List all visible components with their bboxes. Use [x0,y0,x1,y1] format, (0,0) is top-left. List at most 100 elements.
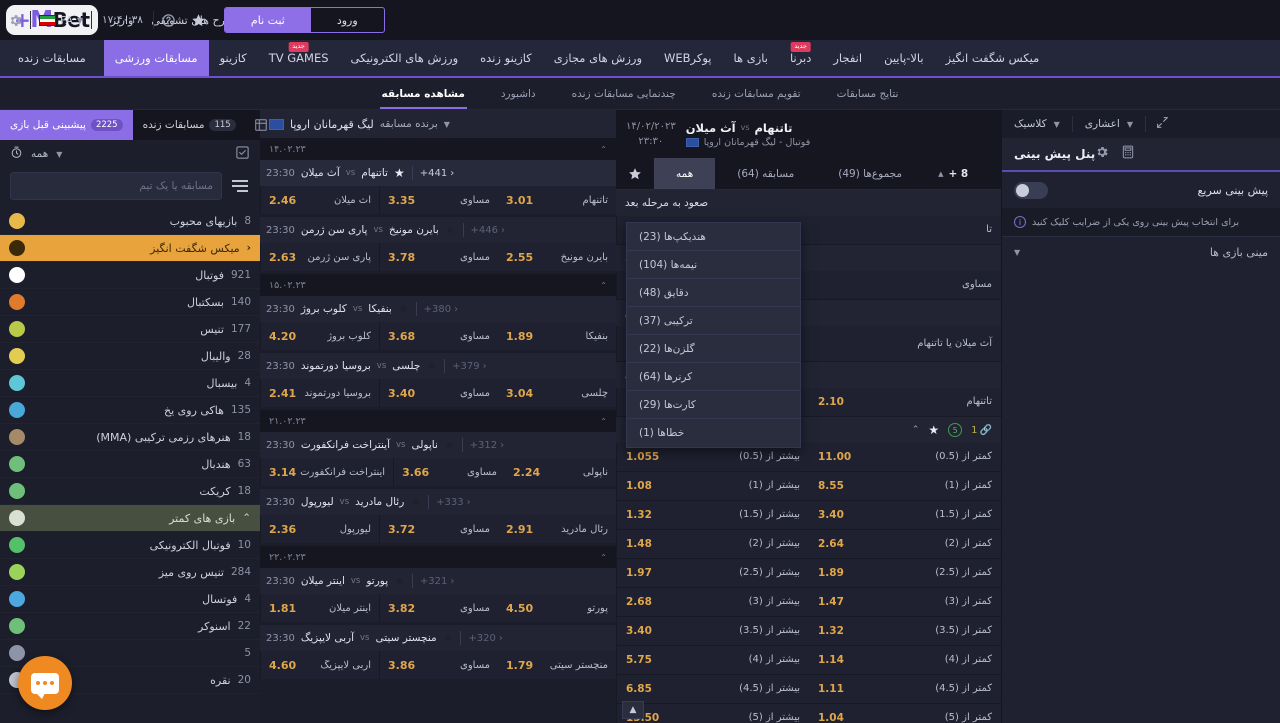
match-header[interactable]: 23:30بروسیا دورتموندvsچلسی★‹379+ [260,353,616,379]
market-title[interactable]: صعود به مرحله بعد [616,190,1001,216]
odds-cell[interactable]: 3.72مساوی [379,515,498,543]
totals-under-cell[interactable]: 1.04کمتر از (5) [809,704,1001,723]
dropdown-item[interactable]: ترکیبی (37) [627,307,800,335]
odds-cell[interactable]: 3.35مساوی [379,186,498,214]
odds-cell[interactable]: 4.50پورتو [498,594,616,622]
odds-cell[interactable]: 4.60آربی لایپزیگ [260,651,379,679]
totals-under-cell[interactable]: 11.00کمتر از (0.5) [809,443,1001,472]
menu-icon[interactable] [230,178,250,194]
grid-icon[interactable] [246,110,276,140]
market-odds-cell[interactable]: 2.10تاتنهام [809,388,1001,417]
more-markets-button[interactable]: ‹380+ [424,304,458,315]
sidebar-sport-item[interactable]: هنرهای رزمی ترکیبی (MMA)18 [0,424,260,451]
stat-badge[interactable]: 5 [948,423,962,437]
sidebar-sport-item[interactable]: فوتسال4 [0,586,260,613]
favorite-star-icon[interactable]: ★ [444,438,455,452]
nav-item-live-matches[interactable]: مسابقات زنده [0,40,104,76]
totals-over-cell[interactable]: 6.85بیشتر از (4.5) [616,675,809,704]
sidebar-sport-item[interactable]: بازیهای محبوب8 [0,208,260,235]
odds-cell[interactable]: 3.01تاتنهام [498,186,616,214]
tab-prematch[interactable]: پیشبینی قبل بازی 2225 [0,110,133,140]
totals-under-cell[interactable]: 3.40کمتر از (1.5) [809,501,1001,530]
favorite-star-icon[interactable]: ★ [394,574,405,588]
more-markets-button[interactable]: ‹333+ [436,497,470,508]
more-markets-button[interactable]: ‹441+ [420,168,454,179]
dropdown-item[interactable]: دقایق (48) [627,279,800,307]
tab-results[interactable]: نتایج مسابقات [821,78,915,109]
sidebar-sport-item[interactable]: هاکی روی یخ135 [0,397,260,424]
nav-item-casino[interactable]: کازینو [209,40,258,76]
match-header[interactable]: 23:30آربی لایپزیگvsمنچستر سیتی★‹320+ [260,625,616,651]
sidebar-sport-item[interactable]: بسکتبال140 [0,289,260,316]
match-header[interactable]: 23:30آینتراخت فرانکفورتvsناپولی★‹312+ [260,432,616,458]
odds-cell[interactable]: 2.41بروسیا دورتموند [260,379,379,407]
mode-decimal[interactable]: اعشاری ▼ [1073,110,1145,138]
dropdown-item[interactable]: هندیکپ‌ها (23) [627,223,800,251]
star-icon[interactable] [184,0,214,40]
odds-cell[interactable]: 2.24ناپولی [505,458,616,486]
totals-over-cell[interactable]: 5.75بیشتر از (4) [616,646,809,675]
market-odds-cell[interactable]: تا [809,216,1001,245]
favorite-star-icon[interactable]: ★ [394,166,405,180]
odds-cell[interactable]: 2.36لیورپول [260,515,379,543]
nav-item-amazing-mix[interactable]: میکس شگفت انگیز [935,40,1051,76]
favorite-star-icon[interactable] [616,158,654,189]
tab-dashboard[interactable]: داشبورد [485,78,552,109]
dropdown-item[interactable]: کارت‌ها (29) [627,391,800,419]
market-odds-cell[interactable]: آث میلان یا تاتنهام [809,326,1001,362]
detail-tab-match[interactable]: مسابقه (64) [715,158,816,189]
odds-cell[interactable]: 3.40مساوی [379,379,498,407]
question-mark-icon[interactable] [154,0,184,40]
match-header[interactable]: 23:30آث میلانvsتاتنهام★‹441+ [260,160,616,186]
sidebar-sport-item[interactable]: تنیس روی میز284 [0,559,260,586]
detail-tab-more[interactable]: 8 + ▲ [924,158,982,189]
sidebar-sport-item[interactable]: بیسبال4 [0,370,260,397]
sidebar-sport-item[interactable]: اسنوکر22 [0,613,260,640]
nav-item-virtual-sports[interactable]: ورزش های مجازی [543,40,653,76]
match-header[interactable]: 23:30لیورپولvsرئال مادرید★‹333+ [260,489,616,515]
detail-tab-totals[interactable]: مجموع‌ها (49) [816,158,924,189]
odds-cell[interactable]: 3.86مساوی [379,651,498,679]
odds-cell[interactable]: 2.63پاری سن ژرمن [260,243,379,271]
nav-item-live-casino[interactable]: کازینو زنده [469,40,543,76]
odds-cell[interactable]: 4.20کلوب بروژ [260,322,379,350]
nav-item-sports[interactable]: مسابقات ورزشی [104,40,209,76]
gear-icon[interactable] [0,0,30,40]
nav-item-high-low[interactable]: بالا-پایین [873,40,935,76]
link-icon[interactable]: 🔗1 [971,425,992,436]
nav-item-tv-games[interactable]: جدیدTV GAMES [258,40,340,76]
search-box[interactable] [10,172,222,200]
tab-multiview-live[interactable]: چندنمایی مسابقات زنده [556,78,692,109]
favorite-star-icon[interactable]: ★ [445,223,456,237]
more-markets-button[interactable]: ‹446+ [471,225,505,236]
match-header[interactable]: 23:30اینتر میلانvsپورتو★‹321+ [260,568,616,594]
mini-games-section[interactable]: ▼ مینی بازی ها [1002,236,1280,268]
chevron-up-icon[interactable]: ⌃ [912,425,920,435]
scroll-up-button[interactable]: ▲ [622,701,644,719]
more-markets-button[interactable]: ‹320+ [468,633,502,644]
market-selector[interactable]: برنده مسابقه ▼ [380,118,450,130]
odds-cell[interactable]: 2.91رئال مادرید [498,515,616,543]
gear-icon[interactable] [1095,145,1109,163]
register-button[interactable]: ثبت نام [225,8,311,32]
totals-over-cell[interactable]: 1.97بیشتر از (2.5) [616,559,809,588]
totals-under-cell[interactable]: 8.55کمتر از (1) [809,472,1001,501]
login-button[interactable]: ورود [311,8,384,32]
match-header[interactable]: 23:30کلوب بروژvsبنفیکا★‹380+ [260,296,616,322]
nav-item-esports[interactable]: ورزش های الکترونیکی [340,40,470,76]
sidebar-sport-item[interactable]: هندبال63 [0,451,260,478]
favorite-star-icon[interactable]: ★ [443,631,454,645]
more-markets-button[interactable]: ‹312+ [470,440,504,451]
odds-cell[interactable]: 3.78مساوی [379,243,498,271]
expand-icon[interactable] [1146,116,1179,132]
totals-over-cell[interactable]: 3.40بیشتر از (3.5) [616,617,809,646]
odds-cell[interactable]: 3.14آینتراخت فرانکفورت [260,458,393,486]
calculator-icon[interactable] [1121,145,1135,163]
sidebar-sport-item[interactable]: فوتبال921 [0,262,260,289]
totals-over-cell[interactable]: 1.32بیشتر از (1.5) [616,501,809,530]
nav-item-web-poker[interactable]: پوکرWEB [653,40,723,76]
match-date-header[interactable]: ۱۵.۰۲.۲۳⌃ [260,274,616,296]
odds-cell[interactable]: 3.68مساوی [379,322,498,350]
totals-under-cell[interactable]: 2.64کمتر از (2) [809,530,1001,559]
match-date-header[interactable]: ۱۴.۰۲.۲۳⌃ [260,138,616,160]
